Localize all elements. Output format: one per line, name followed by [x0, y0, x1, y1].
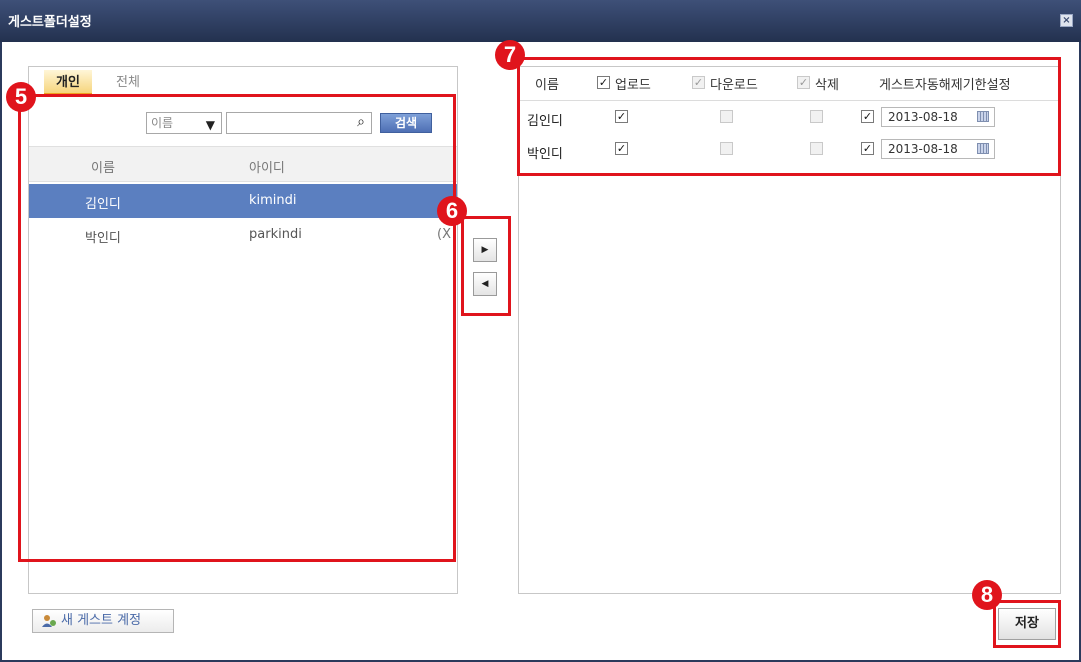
close-icon[interactable]: ×: [1060, 14, 1073, 27]
annotation-box-7: [517, 57, 1061, 176]
dialog-title: 게스트폴더설정: [8, 15, 92, 30]
annotation-badge-6: 6: [437, 196, 467, 226]
annotation-badge-8: 8: [972, 580, 1002, 610]
annotation-badge-7: 7: [495, 40, 525, 70]
new-guest-label: 새 게스트 계정: [61, 613, 142, 628]
title-bar: 게스트폴더설정 ×: [0, 0, 1081, 42]
tab-personal[interactable]: 개인: [44, 70, 92, 96]
annotation-badge-5: 5: [6, 82, 36, 112]
annotation-box-5: [18, 94, 456, 562]
annotation-box-6: [461, 216, 511, 316]
annotation-box-8: [993, 600, 1061, 648]
user-add-icon: [42, 615, 56, 627]
new-guest-account-button[interactable]: 새 게스트 계정: [32, 609, 174, 633]
tab-all[interactable]: 전체: [106, 70, 154, 96]
